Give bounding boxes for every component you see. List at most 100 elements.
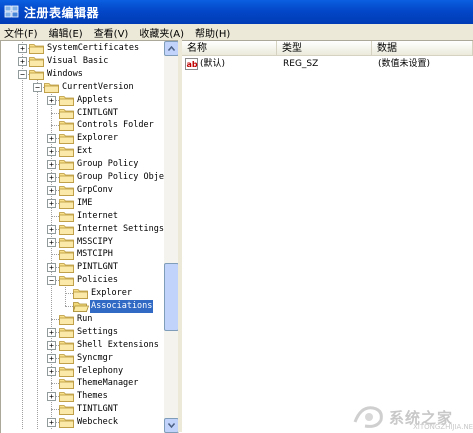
value-type: REG_SZ	[283, 59, 319, 69]
tree-item[interactable]: + Group Policy Objec	[1, 171, 164, 184]
tree-item[interactable]: + Ext	[1, 145, 164, 158]
expand-icon[interactable]: +	[47, 134, 56, 144]
expand-icon[interactable]: +	[47, 198, 56, 208]
collapse-icon[interactable]: −	[47, 276, 56, 286]
expand-icon[interactable]: +	[47, 353, 56, 363]
tree-item[interactable]: + GrpConv	[1, 184, 164, 197]
tree-item[interactable]: + Explorer	[1, 132, 164, 145]
collapse-icon[interactable]: −	[33, 82, 42, 92]
tree-item[interactable]: + MSSCIPY	[1, 236, 164, 249]
tree-item-label: CurrentVersion	[62, 81, 134, 92]
column-name-header[interactable]: 名称	[182, 41, 277, 56]
tree-item-label: GrpConv	[77, 184, 113, 195]
tree-item[interactable]: − Policies	[1, 274, 164, 287]
tree-connector-line	[51, 254, 59, 256]
scroll-up-button[interactable]	[164, 41, 179, 56]
regedit-icon	[4, 5, 19, 18]
tree-connector-line	[51, 215, 59, 217]
tree-item[interactable]: + Webcheck	[1, 416, 164, 429]
tree-item[interactable]: + Themes	[1, 390, 164, 403]
folder-icon	[59, 224, 74, 235]
tree-item[interactable]: CINTLGNT	[1, 107, 164, 120]
menu-help[interactable]: 帮助(H)	[189, 25, 235, 40]
tree-item[interactable]: + Shell Extensions	[1, 339, 164, 352]
tree-item[interactable]: Internet	[1, 210, 164, 223]
tree-item-label: MSTCIPH	[77, 249, 113, 260]
expand-icon[interactable]: +	[47, 160, 56, 170]
tree-item-label: Telephony	[77, 365, 124, 376]
tree-item-label: Controls Folder	[77, 120, 154, 131]
folder-icon	[59, 250, 74, 261]
folder-icon	[29, 44, 44, 54]
tree-item-label: Run	[77, 313, 93, 324]
expand-icon[interactable]: +	[47, 418, 56, 428]
tree-item-label: IME	[77, 197, 93, 208]
folder-icon	[29, 69, 44, 80]
tree-item[interactable]: + Telephony	[1, 365, 164, 378]
expand-icon[interactable]: +	[47, 224, 56, 234]
window-title: 注册表编辑器	[24, 6, 100, 20]
tree-item[interactable]: + Applets	[1, 94, 164, 107]
tree-item-label: PINTLGNT	[77, 262, 118, 273]
expand-icon[interactable]: +	[47, 340, 56, 350]
tree-item[interactable]: MSTCIPH	[1, 248, 164, 261]
watermark-logo-icon	[353, 406, 383, 428]
tree-item[interactable]: ThemeManager	[1, 377, 164, 390]
tree-item[interactable]: + Syncmgr	[1, 352, 164, 365]
tree-connector-line	[51, 112, 59, 114]
title-bar: 注册表编辑器	[0, 0, 473, 24]
tree-item-label: Group Policy	[77, 159, 139, 170]
tree-item[interactable]: + PINTLGNT	[1, 261, 164, 274]
tree-item[interactable]: Associations	[1, 300, 164, 313]
tree-scrollbar[interactable]	[164, 41, 179, 433]
tree-item[interactable]: + Settings	[1, 326, 164, 339]
expand-icon[interactable]: +	[18, 44, 27, 53]
expand-icon[interactable]: +	[47, 366, 56, 376]
folder-icon	[59, 276, 74, 287]
folder-icon	[59, 263, 74, 274]
expand-icon[interactable]: +	[47, 392, 56, 402]
tree-item[interactable]: TINTLGNT	[1, 403, 164, 416]
folder-icon	[59, 340, 74, 351]
menu-file[interactable]: 文件(F)	[0, 25, 43, 40]
tree-item[interactable]: − Windows	[1, 68, 164, 81]
folder-icon	[59, 314, 74, 325]
tree-item-label: Syncmgr	[77, 352, 113, 363]
tree-item[interactable]: Controls Folder	[1, 119, 164, 132]
folder-icon	[59, 147, 74, 158]
expand-icon[interactable]: +	[47, 147, 56, 157]
expand-icon[interactable]: +	[47, 263, 56, 273]
column-data-header[interactable]: 数据	[372, 41, 473, 56]
tree-item[interactable]: Explorer	[1, 287, 164, 300]
tree-item[interactable]: + IME	[1, 197, 164, 210]
expand-icon[interactable]: +	[47, 173, 56, 182]
scroll-thumb[interactable]	[164, 263, 179, 331]
tree-content: + SystemCertificates + Visual Basic − Windows…	[1, 41, 164, 433]
menu-favorites[interactable]: 收藏夹(A)	[133, 25, 189, 40]
tree-item-label: Settings	[77, 326, 118, 337]
expand-icon[interactable]: +	[47, 185, 56, 195]
tree-item[interactable]: + Group Policy	[1, 158, 164, 171]
menu-edit[interactable]: 编辑(E)	[43, 25, 88, 40]
tree-item[interactable]: + SystemCertificates	[1, 42, 164, 55]
column-type-header[interactable]: 类型	[277, 41, 372, 56]
menu-view[interactable]: 查看(V)	[88, 25, 134, 40]
tree-item[interactable]: + Internet Settings	[1, 223, 164, 236]
tree-item[interactable]: + Visual Basic	[1, 55, 164, 68]
tree-item-label: Shell Extensions	[77, 339, 159, 350]
tree-item[interactable]: Run	[1, 313, 164, 326]
tree-item-label: MSSCIPY	[77, 236, 113, 247]
tree-item-label: SystemCertificates	[47, 43, 140, 53]
watermark: 系统之家 XITONGZHIJIA.NET	[349, 401, 473, 431]
folder-icon	[73, 289, 88, 299]
tree-item-label: Windows	[47, 68, 83, 79]
scroll-down-button[interactable]	[164, 418, 179, 433]
tree-item[interactable]: − CurrentVersion	[1, 81, 164, 94]
expand-icon[interactable]: +	[18, 56, 27, 66]
tree-connector-line	[51, 383, 59, 385]
expand-icon[interactable]: +	[47, 327, 56, 337]
value-name[interactable]: (默认)	[200, 58, 225, 70]
expand-icon[interactable]: +	[47, 95, 56, 105]
collapse-icon[interactable]: −	[18, 69, 27, 79]
expand-icon[interactable]: +	[47, 237, 56, 247]
